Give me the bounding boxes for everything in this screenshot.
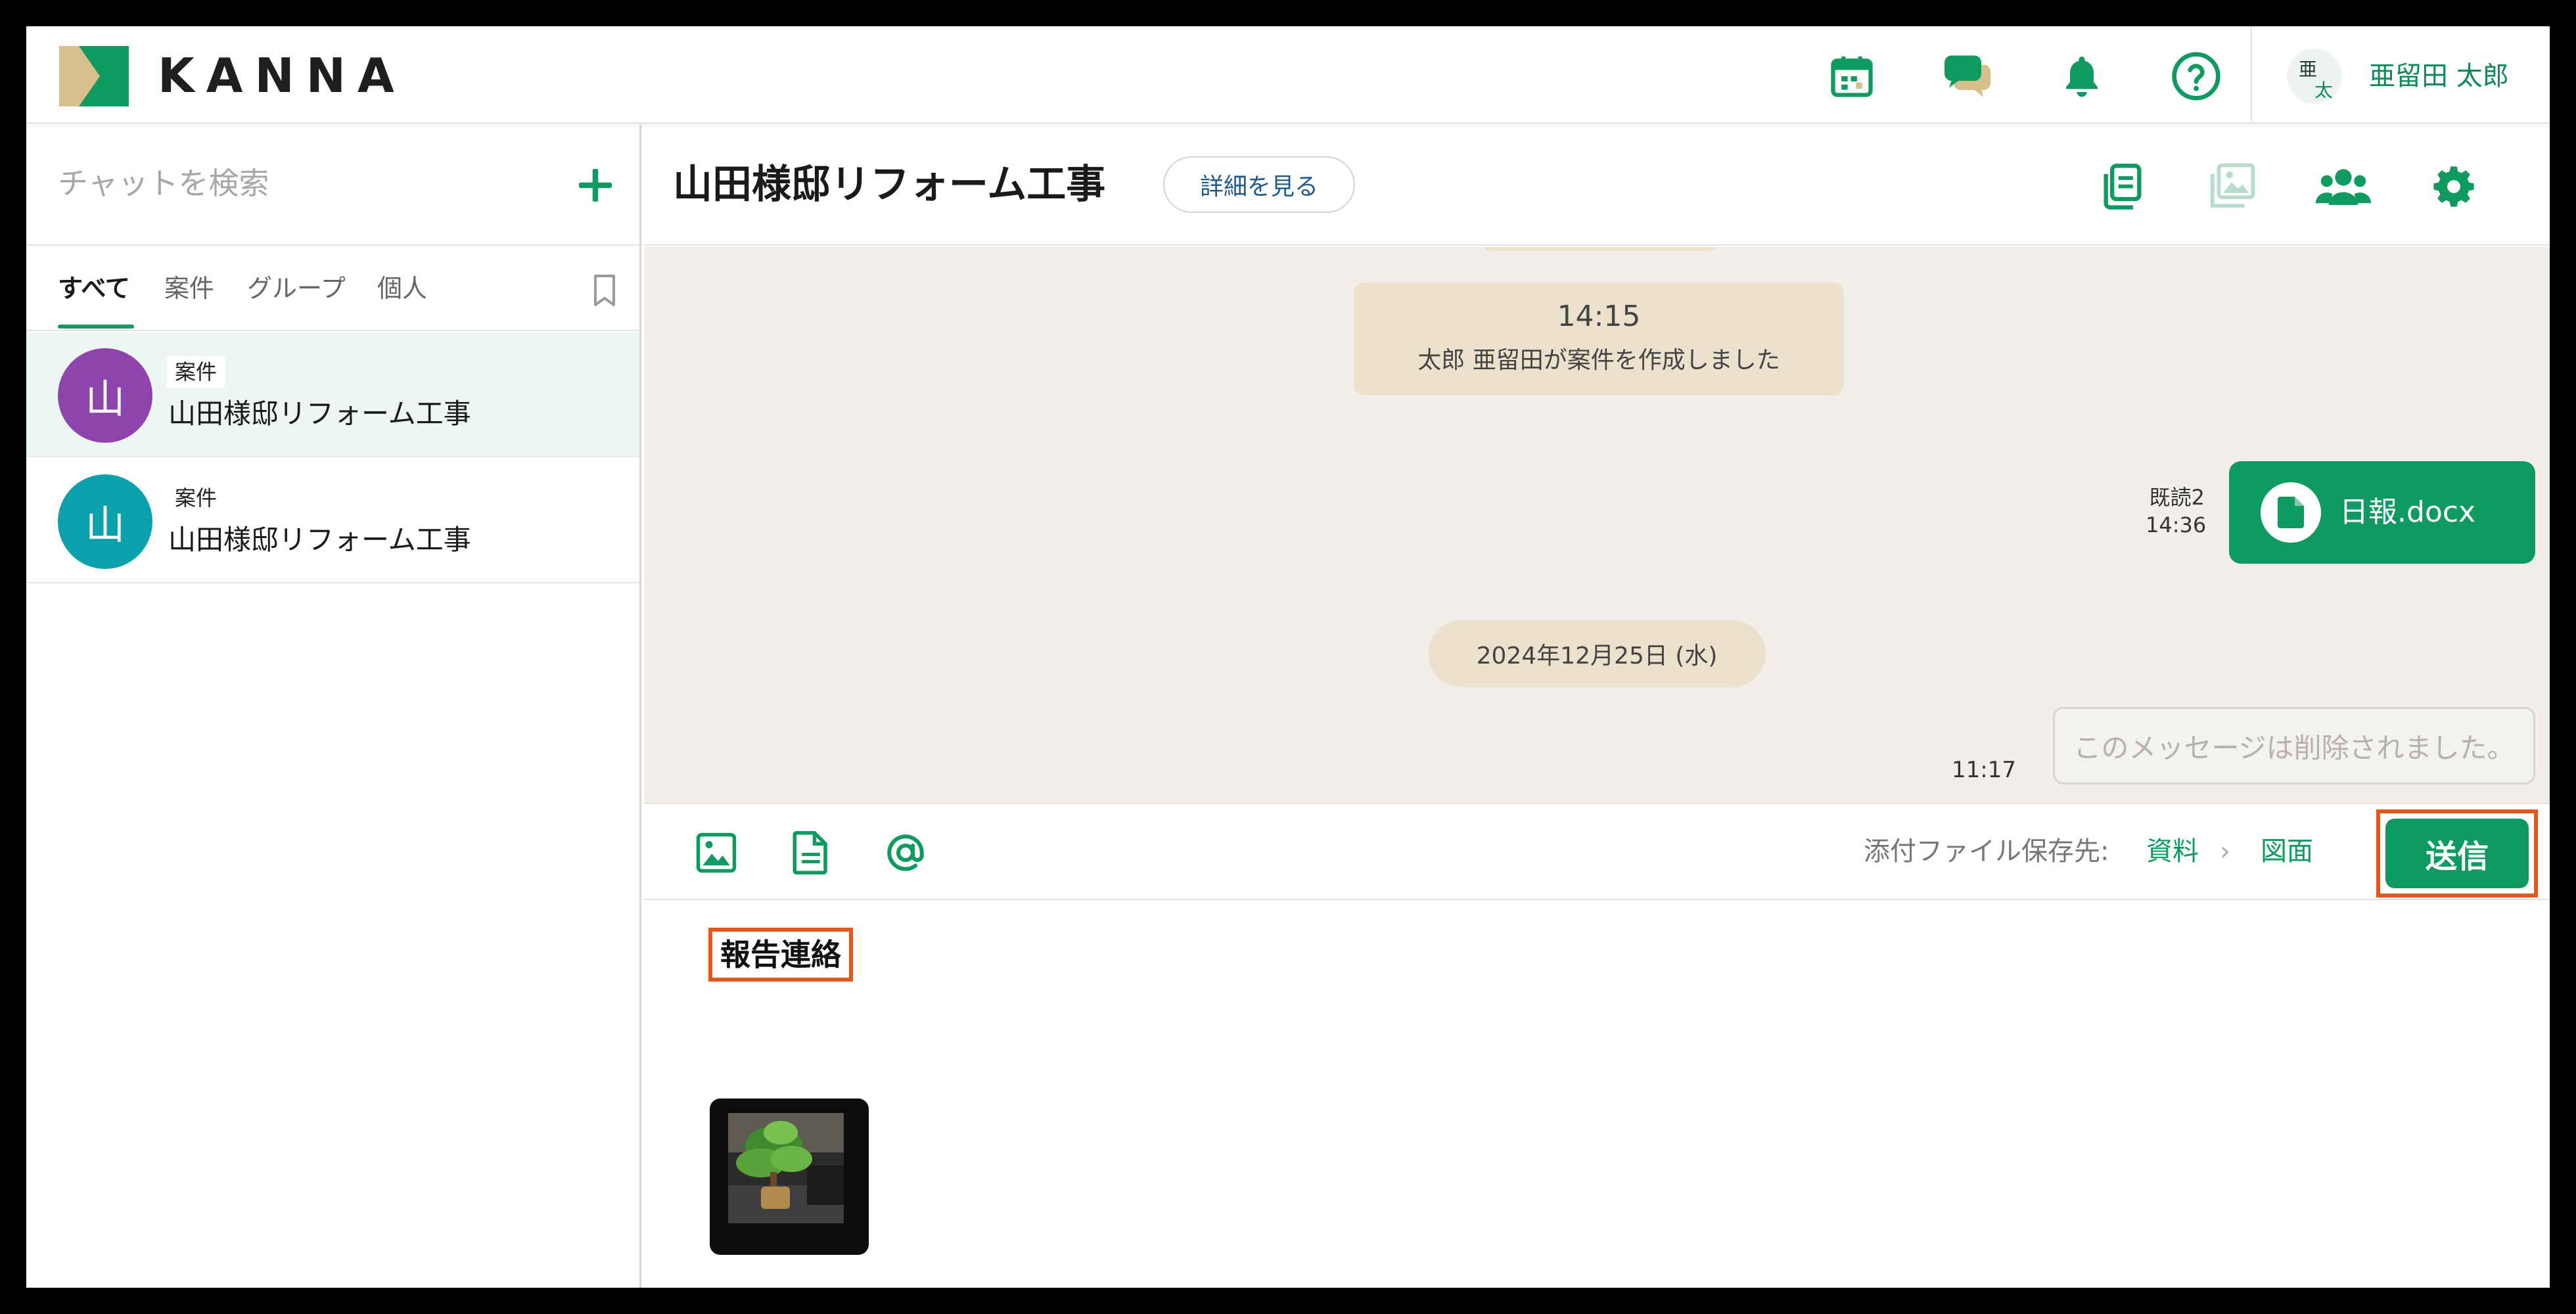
images-icon[interactable] [2204,159,2259,214]
room-avatar: 山 [58,474,152,569]
chat-header: 山田様邸リフォーム工事 詳細を見る [644,125,2550,246]
files-icon[interactable] [2095,159,2150,214]
chat-panel: 山田様邸リフォーム工事 詳細を見る 14:15 太郎 亜留田が案件を作成しました [644,125,2550,1288]
photo-thumbnail[interactable] [710,1099,869,1255]
logo-text: KANNA [158,48,406,103]
compose-toolbar: 添付ファイル保存先: 資料 › 図面 送信 [644,803,2550,900]
bookmark-icon[interactable] [589,273,620,307]
system-message: 14:15 太郎 亜留田が案件を作成しました [1354,283,1844,396]
kanna-logo-icon[interactable] [59,46,129,106]
system-message-text: 太郎 亜留田が案件を作成しました [1417,347,1780,374]
kanna-app: KANNA 亜 太 亜留田 太郎 すべて 案件 グループ 個人 [26,26,2550,1288]
room-title: 山田様邸リフォーム工事 [168,524,471,556]
chat-sidebar: すべて 案件 グループ 個人 山 案件 山田様邸リフォーム工事 山 案件 山田様… [26,125,641,1288]
room-tag: 案件 [167,356,225,388]
message-time: 11:17 [1952,757,2016,783]
image-icon[interactable] [691,828,741,878]
chat-bubbles-icon[interactable] [1940,49,1995,104]
room-tag: 案件 [167,482,225,514]
settings-icon[interactable] [2426,159,2481,214]
plant-photo [728,1113,844,1223]
file-name: 日報.docx [2339,495,2476,529]
tab-projects[interactable]: 案件 [164,271,214,306]
tab-all[interactable]: すべて [58,271,130,306]
file-icon[interactable] [786,828,836,878]
bell-icon[interactable] [2054,49,2109,104]
search-bar [26,125,639,246]
read-count: 既読2 [2149,485,2205,510]
search-input[interactable] [58,160,557,206]
system-message-time: 14:15 [1557,300,1641,333]
document-icon [2261,482,2321,543]
attachment-destination-label: 添付ファイル保存先: [1864,836,2109,867]
chat-room-item[interactable]: 山 案件 山田様邸リフォーム工事 [26,332,639,457]
message-meta: 既読2 14:36 [2146,484,2207,539]
destination-crumb[interactable]: 図面 [2261,833,2313,870]
previous-message-edge [1482,247,1718,251]
members-icon[interactable] [2316,159,2371,214]
header-separator [2251,26,2252,124]
active-tab-indicator [58,325,134,328]
file-message-bubble[interactable]: 日報.docx [2229,461,2535,564]
help-icon[interactable] [2169,49,2224,104]
chat-filter-tabs: すべて 案件 グループ 個人 [26,247,639,331]
mention-icon[interactable] [881,828,931,878]
destination-crumb[interactable]: 資料 [2146,833,2199,870]
user-avatar[interactable]: 亜 太 [2287,49,2342,104]
room-avatar: 山 [58,348,152,443]
send-button-highlight: 送信 [2376,809,2538,897]
message-time: 14:36 [2146,512,2207,537]
calendar-icon[interactable] [1824,49,1879,104]
new-chat-plus-icon[interactable] [576,166,615,205]
avatar-char-bottom: 太 [2314,79,2334,101]
room-title: 山田様邸リフォーム工事 [168,397,471,430]
user-name[interactable]: 亜留田 太郎 [2369,58,2509,95]
tab-groups[interactable]: グループ [247,271,346,306]
message-compose-area[interactable]: 報告連絡 [644,901,2550,1288]
deleted-message-bubble: このメッセージは削除されました。 [2053,707,2535,784]
send-button[interactable]: 送信 [2385,819,2529,888]
tab-personal[interactable]: 個人 [377,271,427,306]
top-header: KANNA 亜 太 亜留田 太郎 [26,26,2550,124]
view-details-button[interactable]: 詳細を見る [1163,156,1355,213]
message-list: 14:15 太郎 亜留田が案件を作成しました 既読2 14:36 日報.docx… [644,247,2550,803]
chevron-right-icon: › [2220,836,2230,867]
chat-title: 山田様邸リフォーム工事 [673,162,1106,208]
date-separator: 2024年12月25日 (水) [1428,620,1766,687]
compose-text[interactable]: 報告連絡 [708,928,853,982]
chat-room-item[interactable]: 山 案件 山田様邸リフォーム工事 [26,459,639,583]
